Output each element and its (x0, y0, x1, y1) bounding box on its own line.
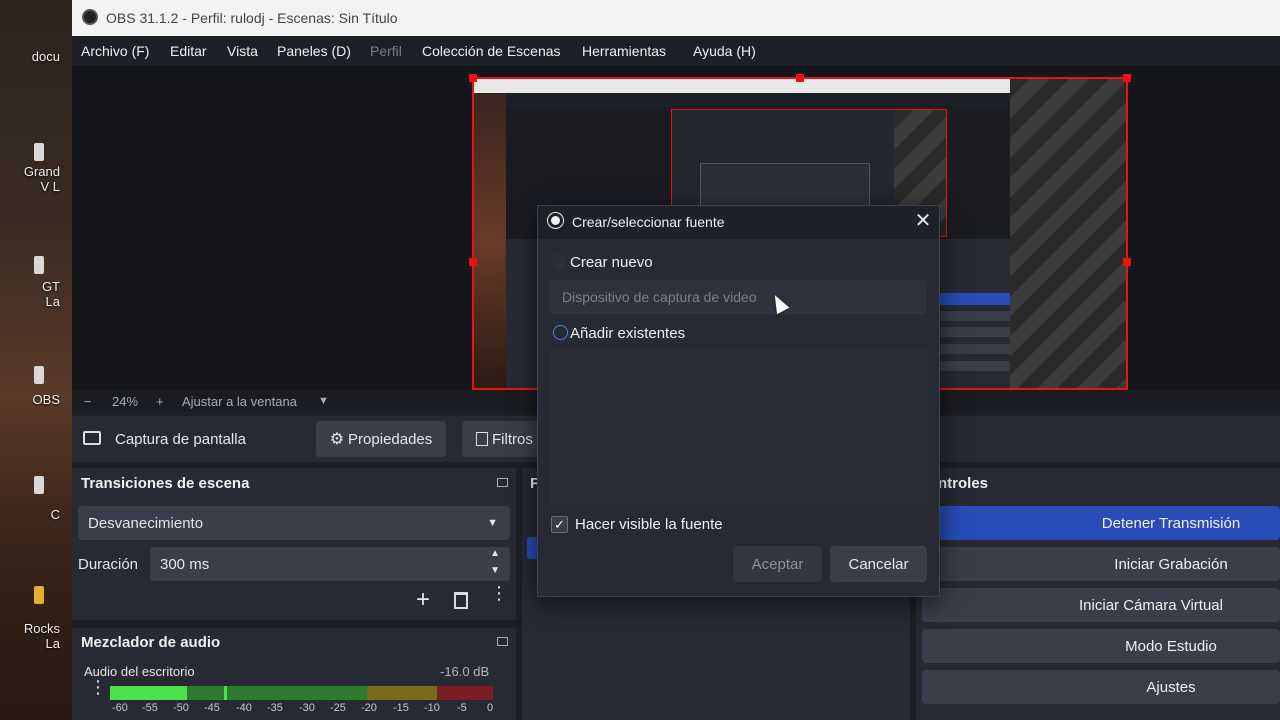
channel-options-icon[interactable]: ⋮ (89, 678, 107, 696)
duration-input[interactable]: 300 ms ▲ ▼ (150, 547, 510, 581)
meter-tick: -10 (424, 702, 440, 714)
meter-tick: -25 (330, 702, 346, 714)
desktop-background: docu Grand V L GT La OBS C Rocks La (0, 0, 72, 720)
meter-tick: 0 (487, 702, 494, 714)
meter-tick: -35 (267, 702, 283, 714)
properties-label: Propiedades (348, 430, 433, 448)
obs-logo-icon (82, 9, 98, 25)
transition-selected-value: Desvanecimiento (88, 514, 204, 532)
zoom-dropdown-icon[interactable]: ▼ (318, 395, 329, 407)
source-name: Captura de pantalla (115, 431, 246, 448)
meter-tick: -55 (142, 702, 158, 714)
desktop-label-docu[interactable]: docu (0, 49, 60, 64)
obs-logo-icon (548, 213, 563, 228)
meter-yellow-zone (367, 686, 437, 694)
desktop-app-icon[interactable] (34, 256, 44, 274)
controls-title: ntroles (938, 475, 989, 492)
menu-paneles[interactable]: Paneles (D) (277, 43, 351, 59)
filter-icon (476, 432, 488, 446)
menu-editar[interactable]: Editar (170, 43, 207, 59)
audio-level: -16.0 dB (440, 664, 490, 679)
menu-ayuda[interactable]: Ayuda (H) (693, 43, 756, 59)
meter-tick: -15 (393, 702, 409, 714)
dialog-title: Crear/seleccionar fuente (572, 214, 725, 230)
studio-mode-button[interactable]: Modo Estudio (922, 629, 1280, 663)
stop-streaming-button[interactable]: Detener Transmisión (922, 506, 1280, 540)
zoom-in-button[interactable]: + (156, 394, 164, 409)
preview-empty-area (1010, 79, 1126, 388)
new-source-name-value: Dispositivo de captura de video (562, 289, 757, 305)
resize-handle[interactable] (1123, 74, 1131, 82)
create-new-label[interactable]: Crear nuevo (570, 254, 653, 271)
desktop-app-icon[interactable] (34, 476, 44, 494)
more-options-icon[interactable]: ⋮ (490, 584, 508, 602)
start-virtual-camera-button[interactable]: Iniciar Cámara Virtual (922, 588, 1280, 622)
meter-yellow-zone-2 (367, 694, 437, 700)
accept-button[interactable]: Aceptar (733, 546, 822, 582)
existing-sources-list[interactable] (550, 350, 927, 505)
window-title: OBS 31.1.2 - Perfil: rulodj - Escenas: S… (106, 10, 398, 26)
meter-red-zone-2 (437, 694, 493, 700)
meter-level-fill-2 (110, 694, 187, 700)
duration-value: 300 ms (160, 555, 210, 573)
menu-archivo[interactable]: Archivo (F) (81, 43, 149, 59)
desktop-app-icon[interactable] (34, 586, 44, 604)
meter-tick: -60 (112, 702, 128, 714)
menu-vista[interactable]: Vista (227, 43, 258, 59)
menu-herramientas[interactable]: Herramientas (582, 43, 666, 59)
gear-icon: ⚙ (329, 431, 345, 448)
transitions-title: Transiciones de escena (81, 475, 250, 492)
meter-tick: -50 (173, 702, 189, 714)
new-source-name-input[interactable]: Dispositivo de captura de video (550, 280, 927, 314)
add-existing-label[interactable]: Añadir existentes (570, 325, 685, 342)
add-icon[interactable]: + (416, 588, 430, 612)
meter-tick: -30 (299, 702, 315, 714)
desktop-label-gta[interactable]: Grand V L (0, 164, 60, 194)
stepper-down-icon[interactable]: ▼ (490, 565, 500, 576)
undock-icon[interactable] (497, 478, 508, 487)
zoom-percent: 24% (112, 394, 139, 409)
resize-handle[interactable] (796, 74, 804, 82)
menu-perfil[interactable]: Perfil (370, 43, 402, 59)
meter-tick: -20 (361, 702, 377, 714)
desktop-label-obs[interactable]: OBS (0, 392, 60, 407)
meter-level-fill (110, 686, 187, 694)
cancel-button[interactable]: Cancelar (830, 546, 927, 582)
make-visible-checkbox[interactable]: ✓ (551, 516, 568, 533)
desktop-app-icon[interactable] (34, 366, 44, 384)
desktop-label-c[interactable]: C (0, 507, 60, 522)
resize-handle[interactable] (469, 258, 477, 266)
create-new-radio[interactable] (552, 254, 567, 269)
meter-peak-marker (224, 686, 227, 700)
mixer-title: Mezclador de audio (81, 634, 221, 651)
chevron-down-icon: ▼ (487, 517, 498, 529)
meter-red-zone (437, 686, 493, 694)
meter-tick: -5 (457, 702, 467, 714)
add-existing-radio[interactable] (553, 325, 568, 340)
trash-icon[interactable] (454, 592, 468, 609)
resize-handle[interactable] (469, 74, 477, 82)
settings-button[interactable]: Ajustes (922, 670, 1280, 704)
duration-label: Duración (78, 556, 139, 573)
start-recording-button[interactable]: Iniciar Grabación (922, 547, 1280, 581)
fit-to-window-label[interactable]: Ajustar a la ventana (182, 394, 297, 409)
meter-tick: -45 (204, 702, 220, 714)
desktop-label-gt[interactable]: GT La (0, 279, 60, 309)
close-icon[interactable]: ✕ (912, 210, 934, 232)
undock-icon[interactable] (497, 637, 508, 646)
desktop-label-rockstar[interactable]: Rocks La (0, 621, 60, 651)
properties-button[interactable]: ⚙ Propiedades (316, 421, 446, 457)
make-visible-label[interactable]: Hacer visible la fuente (575, 516, 723, 533)
transition-select[interactable]: Desvanecimiento ▼ (78, 506, 510, 540)
meter-tick: -40 (236, 702, 252, 714)
resize-handle[interactable] (1123, 258, 1131, 266)
monitor-icon (83, 431, 101, 445)
filters-label: Filtros (492, 430, 533, 448)
desktop-app-icon[interactable] (34, 143, 44, 161)
stepper-up-icon[interactable]: ▲ (490, 548, 500, 559)
menu-coleccion-escenas[interactable]: Colección de Escenas (422, 43, 561, 59)
zoom-out-button[interactable]: − (84, 394, 92, 409)
